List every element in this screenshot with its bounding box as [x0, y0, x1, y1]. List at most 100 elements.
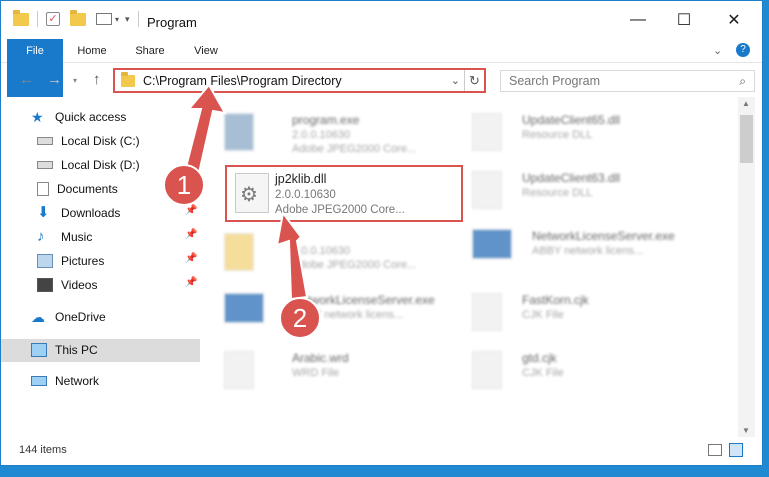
music-icon: ♪	[37, 228, 45, 245]
up-icon[interactable]: ↑	[93, 71, 101, 88]
file-item[interactable]: NetworkLicenseServer.exe ABBY network li…	[218, 285, 458, 343]
sidebar-item-label: This PC	[55, 343, 98, 357]
file-name: UpdateClient65.dll	[522, 113, 621, 127]
folder-icon	[121, 71, 135, 87]
maximize-button[interactable]: ☐	[661, 6, 707, 34]
pin-icon[interactable]: 📌	[185, 253, 197, 264]
file-item[interactable]: NetworkLicenseServer.exe ABBY network li…	[466, 221, 706, 279]
view-options-icon[interactable]	[96, 13, 112, 25]
star-icon: ★	[31, 109, 44, 125]
file-detail: CJK File	[522, 309, 564, 321]
drive-icon	[37, 137, 53, 145]
document-icon	[37, 182, 49, 196]
tab-share[interactable]: Share	[125, 39, 175, 63]
chevron-down-icon[interactable]: ▾	[115, 15, 119, 24]
file-item[interactable]: gtd.cjk CJK File	[466, 343, 706, 401]
search-placeholder: Search Program	[509, 74, 601, 88]
pin-icon[interactable]: 📌	[185, 277, 197, 288]
scroll-down-icon[interactable]: ▼	[742, 426, 750, 435]
ribbon-tabs: File Home Share View ⌄ ?	[1, 39, 762, 97]
sidebar-item-label: Quick access	[55, 110, 127, 124]
cloud-icon: ☁	[31, 309, 45, 325]
file-description: Adobe JPEG2000 Core...	[275, 204, 405, 216]
address-dropdown-icon[interactable]: ⌄	[451, 74, 460, 87]
file-item[interactable]: UpdateClient63.dll Resource DLL	[466, 163, 706, 221]
dll-icon	[472, 113, 502, 151]
details-view-icon[interactable]	[708, 444, 722, 456]
folder-icon[interactable]	[13, 9, 29, 26]
large-icons-view-icon[interactable]	[729, 443, 743, 457]
address-bar[interactable]: C:\Program Files\Program Directory ⌄ ↻	[113, 68, 486, 93]
sidebar-item-this-pc[interactable]: This PC	[31, 339, 98, 361]
sidebar-item-pictures[interactable]: Pictures	[37, 250, 104, 272]
sidebar-item-label: Pictures	[61, 254, 105, 268]
scroll-up-icon[interactable]: ▲	[742, 99, 750, 108]
file-item[interactable]: 2.0.0.10630 Adobe JPEG2000 Core...	[218, 225, 458, 283]
toolbar-divider	[37, 11, 38, 27]
file-icon	[472, 351, 502, 389]
callout-number-2: 2	[279, 297, 321, 339]
sidebar-item-onedrive[interactable]: ☁ OneDrive	[31, 306, 106, 328]
sidebar-item-music[interactable]: ♪ Music	[37, 226, 92, 248]
sidebar-item-label: Videos	[61, 278, 98, 292]
file-item[interactable]: FastKorn.cjk CJK File	[466, 285, 706, 343]
address-path[interactable]: C:\Program Files\Program Directory	[143, 74, 342, 88]
item-count: 144 items	[19, 444, 67, 456]
file-item[interactable]: UpdateClient65.dll Resource DLL	[466, 105, 706, 163]
back-icon[interactable]: ←	[19, 71, 34, 88]
file-name: jp2klib.dll	[275, 172, 327, 186]
new-folder-icon[interactable]	[70, 9, 86, 26]
sidebar-item-local-disk-d[interactable]: Local Disk (D:)	[37, 154, 140, 176]
scrollbar-thumb[interactable]	[740, 115, 753, 163]
file-detail: 2.0.0.10630	[292, 245, 351, 257]
drive-icon	[37, 161, 53, 169]
customize-toolbar-icon[interactable]: ▾	[125, 14, 130, 25]
navigation-pane: ★ Quick access Local Disk (C:) Local Dis…	[1, 97, 201, 437]
pin-icon[interactable]: 📌	[185, 229, 197, 240]
sidebar-item-network[interactable]: Network	[31, 370, 99, 392]
quick-access-toolbar: ✓ ▾ ▾	[13, 9, 139, 29]
expand-ribbon-icon[interactable]: ⌄	[713, 44, 722, 57]
sidebar-item-documents[interactable]: Documents	[37, 178, 118, 200]
highlighted-file-jp2klib[interactable]: jp2klib.dll 2.0.0.10630 Adobe JPEG2000 C…	[225, 165, 463, 222]
refresh-icon[interactable]: ↻	[464, 70, 484, 91]
sidebar-item-local-disk-c[interactable]: Local Disk (C:)	[37, 130, 140, 152]
sidebar-item-quick-access[interactable]: ★ Quick access	[31, 106, 126, 128]
file-item[interactable]: program.exe 2.0.0.10630 Adobe JPEG2000 C…	[218, 105, 458, 163]
file-icon	[224, 351, 254, 389]
file-detail: Resource DLL	[522, 187, 593, 199]
file-detail: 2.0.0.10630	[292, 129, 351, 141]
sidebar-item-label: OneDrive	[55, 310, 106, 324]
search-input[interactable]: Search Program ⌕	[500, 70, 755, 92]
tab-home[interactable]: Home	[69, 39, 115, 63]
vertical-scrollbar[interactable]: ▲ ▼	[738, 97, 755, 437]
exe-icon	[472, 229, 512, 259]
file-name: Arabic.wrd	[292, 351, 349, 365]
help-icon[interactable]: ?	[736, 43, 750, 57]
forward-icon[interactable]: →	[47, 71, 62, 88]
sidebar-item-downloads[interactable]: ⬇ Downloads	[37, 202, 120, 224]
download-icon: ⬇	[37, 204, 50, 221]
file-detail: WRD File	[292, 367, 340, 379]
dll-icon	[472, 171, 502, 209]
video-icon	[37, 278, 53, 292]
computer-icon	[31, 343, 47, 357]
picture-icon	[37, 254, 53, 268]
dll-gear-icon	[235, 173, 269, 213]
sidebar-item-label: Downloads	[61, 206, 121, 220]
close-button[interactable]: ✕	[711, 6, 757, 34]
tab-view[interactable]: View	[183, 39, 229, 63]
pin-icon[interactable]: 📌	[185, 205, 197, 216]
navigation-bar: ← → ▾ ↑ C:\Program Files\Program Directo…	[1, 63, 762, 97]
folder-icon	[224, 233, 254, 271]
file-version: 2.0.0.10630	[275, 189, 336, 201]
sidebar-item-videos[interactable]: Videos	[37, 274, 97, 296]
search-icon[interactable]: ⌕	[739, 74, 746, 89]
sidebar-item-label: Local Disk (D:)	[61, 158, 140, 172]
properties-icon[interactable]: ✓	[46, 12, 60, 26]
minimize-button[interactable]: —	[615, 6, 661, 34]
recent-locations-icon[interactable]: ▾	[73, 76, 77, 85]
file-detail: Adobe JPEG2000 Core...	[292, 259, 417, 271]
file-item[interactable]: Arabic.wrd WRD File	[218, 343, 458, 401]
file-detail: Adobe JPEG2000 Core...	[292, 143, 417, 155]
